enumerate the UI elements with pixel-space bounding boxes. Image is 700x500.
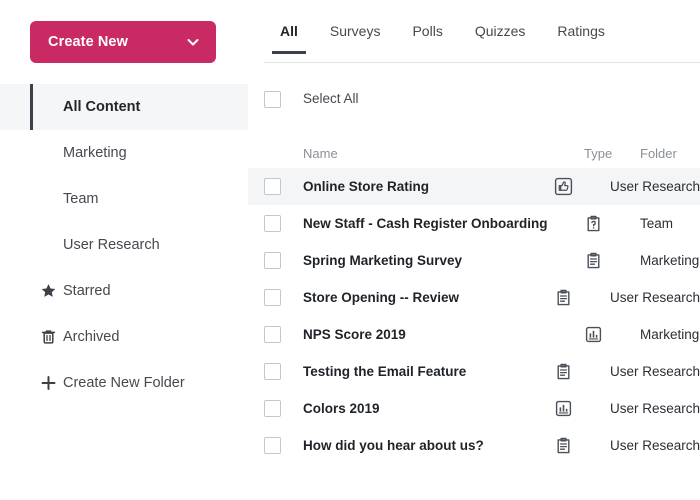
quiz-clipboard-question-icon [584,214,603,233]
sidebar-item-label: Team [63,192,98,207]
survey-clipboard-icon [554,436,573,455]
content-library-page: Create New All Content Marketing Team Us… [0,0,700,500]
plus-icon [40,375,57,392]
row-folder: User Research [610,179,700,194]
survey-clipboard-icon [584,251,603,270]
row-name: Online Store Rating [303,179,429,194]
rating-thumbs-up-icon [554,177,573,196]
row-folder: User Research [610,364,700,379]
row-checkbox[interactable] [264,326,281,343]
row-checkbox[interactable] [264,437,281,454]
row-name: Colors 2019 [303,401,380,416]
poll-bar-chart-icon [554,399,573,418]
row-name: How did you hear about us? [303,438,484,453]
table-row[interactable]: New Staff - Cash Register Onboarding Tea… [248,205,700,242]
column-header-folder[interactable]: Folder [640,146,700,161]
sidebar-item-label: Create New Folder [63,376,185,391]
sidebar-item-label: Marketing [63,146,127,161]
column-header-name[interactable]: Name [281,146,584,161]
content-table: Name Type Folder Online Store Rating [248,138,700,464]
main-content: All Surveys Polls Quizzes Ratings Select… [248,0,700,500]
select-all-checkbox[interactable] [264,91,281,108]
row-name: Store Opening -- Review [303,290,459,305]
sidebar: Create New All Content Marketing Team Us… [0,0,248,500]
column-header-type[interactable]: Type [584,146,640,161]
tab-label: Polls [412,23,442,39]
sidebar-item-label: All Content [63,100,140,115]
row-checkbox[interactable] [264,363,281,380]
tab-label: All [280,23,298,39]
table-row[interactable]: Online Store Rating User Research [248,168,700,205]
select-all-label: Select All [303,92,359,106]
sidebar-item-archived[interactable]: Archived [0,314,248,360]
select-all-row: Select All [248,84,359,114]
row-folder: Team [640,216,673,231]
tab-label: Ratings [557,23,604,39]
sidebar-item-label: Archived [63,330,119,345]
table-row[interactable]: How did you hear about us? User Research [248,427,700,464]
row-name: New Staff - Cash Register Onboarding [303,216,548,231]
tab-all[interactable]: All [264,23,314,54]
sidebar-item-user-research[interactable]: User Research [0,222,248,268]
sidebar-nav: All Content Marketing Team User Research… [0,84,248,406]
row-name: NPS Score 2019 [303,327,406,342]
trash-icon [40,329,57,346]
row-folder: User Research [610,438,700,453]
row-checkbox[interactable] [264,252,281,269]
table-row[interactable]: Spring Marketing Survey Marketing [248,242,700,279]
table-row[interactable]: Testing the Email Feature User Research [248,353,700,390]
table-row[interactable]: Store Opening -- Review User Research [248,279,700,316]
tab-quizzes[interactable]: Quizzes [459,23,542,54]
survey-clipboard-icon [554,288,573,307]
sidebar-item-all-content[interactable]: All Content [0,84,248,130]
row-checkbox[interactable] [264,215,281,232]
sidebar-item-starred[interactable]: Starred [0,268,248,314]
row-name: Testing the Email Feature [303,364,466,379]
row-checkbox[interactable] [264,400,281,417]
row-checkbox[interactable] [264,178,281,195]
sidebar-item-create-new-folder[interactable]: Create New Folder [0,360,248,406]
row-checkbox[interactable] [264,289,281,306]
content-type-tabs: All Surveys Polls Quizzes Ratings [248,23,700,63]
row-folder: Marketing [640,253,699,268]
table-row[interactable]: NPS Score 2019 Marketing [248,316,700,353]
tab-polls[interactable]: Polls [396,23,458,54]
table-row[interactable]: Colors 2019 User Research [248,390,700,427]
tab-label: Surveys [330,23,381,39]
star-icon [40,283,57,300]
table-header: Name Type Folder [248,138,700,168]
tab-ratings[interactable]: Ratings [541,23,620,54]
row-name: Spring Marketing Survey [303,253,462,268]
chevron-down-icon [186,35,200,49]
sidebar-item-marketing[interactable]: Marketing [0,130,248,176]
create-new-button[interactable]: Create New [30,21,216,63]
row-folder: Marketing [640,327,699,342]
sidebar-item-team[interactable]: Team [0,176,248,222]
sidebar-item-label: User Research [63,238,160,253]
survey-clipboard-icon [554,362,573,381]
row-folder: User Research [610,290,700,305]
tab-label: Quizzes [475,23,526,39]
sidebar-item-label: Starred [63,284,111,299]
poll-bar-chart-icon [584,325,603,344]
create-new-button-label: Create New [48,35,128,50]
tab-surveys[interactable]: Surveys [314,23,397,54]
row-folder: User Research [610,401,700,416]
